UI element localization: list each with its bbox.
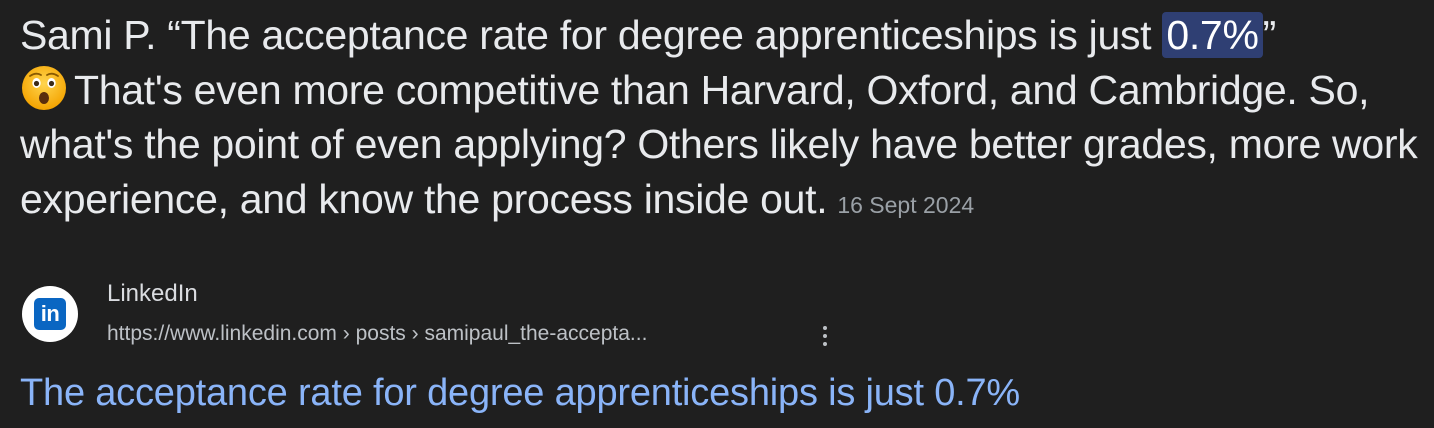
favicon-container[interactable]: in (22, 286, 78, 342)
linkedin-icon: in (34, 298, 66, 330)
snippet-quote-close: ” (1262, 12, 1277, 58)
snippet-body: That's even more competitive than Harvar… (20, 66, 1418, 222)
more-options-button[interactable] (810, 320, 840, 352)
more-vertical-icon-dot (823, 342, 827, 346)
more-vertical-icon-dot (823, 326, 827, 330)
site-name[interactable]: LinkedIn (107, 280, 198, 308)
result-title-link[interactable]: The acceptance rate for degree apprentic… (20, 372, 1020, 415)
snippet-date: 16 Sept 2024 (837, 191, 975, 218)
more-vertical-icon-dot (823, 334, 827, 338)
snippet-author: Sami P. (20, 12, 157, 58)
snippet-highlight: 0.7% (1162, 12, 1263, 58)
site-url[interactable]: https://www.linkedin.com › posts › samip… (107, 322, 647, 346)
result-snippet: Sami P. “The acceptance rate for degree … (20, 8, 1430, 232)
astonished-face-emoji-icon (22, 65, 66, 110)
snippet-quote-open: “The acceptance rate for degree apprenti… (167, 12, 1163, 58)
